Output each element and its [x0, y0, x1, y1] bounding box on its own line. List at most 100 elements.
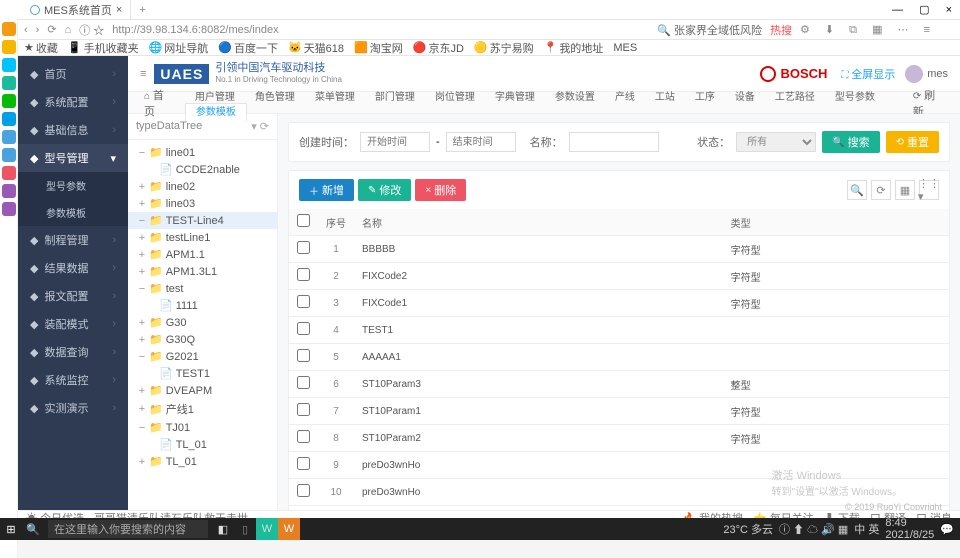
menu-toggle-icon[interactable]: ≡ [140, 68, 146, 80]
home-icon[interactable]: ⌂ [65, 24, 72, 36]
tree-node[interactable]: −📁G2021 [128, 348, 277, 365]
bookmark-item[interactable]: 🟡 苏宁易购 [474, 40, 534, 56]
page-tab[interactable]: 工艺路径 [765, 89, 825, 106]
activity-icon[interactable] [2, 202, 16, 216]
browser-tab[interactable]: MES系统首页 × [22, 0, 131, 20]
tree-node[interactable]: 📄CCDE2nable [128, 161, 277, 178]
activity-icon[interactable] [2, 130, 16, 144]
sidebar-item[interactable]: ◆报文配置› [18, 282, 128, 310]
tree-node[interactable]: +📁APM1.3L1 [128, 263, 277, 280]
tree-node[interactable]: +📁line02 [128, 178, 277, 195]
activity-icon[interactable] [2, 112, 16, 126]
pinned-app[interactable]: W [256, 518, 278, 540]
system-tray[interactable]: 23°C 多云 ⓘ ⬆ ☁ 🔊 ▦ 中 英 8:492021/8/25 💬 [717, 517, 960, 541]
fullscreen-button[interactable]: ⛶ 全屏显示 [841, 66, 895, 82]
col-name[interactable]: 名称 [354, 209, 723, 236]
tray-icons[interactable]: ⓘ ⬆ ☁ 🔊 ▦ [779, 521, 848, 537]
tree-node[interactable]: +📁line03 [128, 195, 277, 212]
sidebar-item[interactable]: ◆型号管理▾ [18, 144, 128, 172]
sidebar-item[interactable]: ◆数据查询› [18, 338, 128, 366]
clock[interactable]: 8:492021/8/25 [885, 517, 934, 541]
sidebar-item[interactable]: ◆系统配置› [18, 88, 128, 116]
sidebar-item[interactable]: ◆装配模式› [18, 310, 128, 338]
row-checkbox[interactable] [297, 295, 310, 308]
page-tab[interactable]: 设备 [725, 89, 765, 106]
col-type[interactable]: 类型 [723, 209, 949, 236]
tree-node[interactable]: 📄TEST1 [128, 365, 277, 382]
activity-icon[interactable] [2, 148, 16, 162]
activity-icon[interactable] [2, 76, 16, 90]
sidebar-item[interactable]: ◆首页› [18, 60, 128, 88]
pinned-app[interactable]: ▯ [234, 518, 256, 540]
tree-node[interactable]: +📁G30 [128, 314, 277, 331]
page-tab[interactable]: 角色管理 [245, 89, 305, 106]
page-tab[interactable]: 字典管理 [485, 89, 545, 106]
activity-icon[interactable] [2, 40, 16, 54]
page-tab[interactable]: 工序 [685, 89, 725, 106]
table-row[interactable]: 6ST10Param3整型 [289, 371, 949, 398]
search-button[interactable]: 🔍 搜索 [822, 131, 879, 153]
tree-node[interactable]: +📁TL_01 [128, 453, 277, 470]
bookmark-item[interactable]: 🟧 淘宝网 [354, 40, 403, 56]
sidebar-item[interactable]: ◆制程管理› [18, 226, 128, 254]
delete-button[interactable]: × 删除 [415, 179, 466, 201]
task-view-icon[interactable]: ◧ [212, 518, 234, 540]
search-icon[interactable]: 🔍 [22, 518, 44, 540]
table-row[interactable]: 9preDo3wnHo [289, 452, 949, 479]
page-tab[interactable]: 工站 [645, 89, 685, 106]
table-refresh-icon[interactable]: ⟳ [871, 180, 891, 200]
notifications-icon[interactable]: 💬 [940, 523, 954, 536]
table-view-icon[interactable]: ⋮⋮ ▾ [919, 180, 939, 200]
page-tab[interactable]: 产线 [605, 89, 645, 106]
start-button[interactable]: ⊞ [0, 518, 22, 540]
table-row[interactable]: 7ST10Param1字符型 [289, 398, 949, 425]
tree-node[interactable]: +📁产线1 [128, 399, 277, 419]
bookmark-item[interactable]: 📍 我的地址 [544, 40, 604, 56]
status-select[interactable]: 所有 [736, 132, 816, 152]
tree-node[interactable]: −📁test [128, 280, 277, 297]
tree[interactable]: −📁line01📄CCDE2nable+📁line02+📁line03−📁TES… [128, 140, 277, 518]
activity-icon[interactable] [2, 94, 16, 108]
start-time-input[interactable] [360, 132, 430, 152]
hot-badge[interactable]: 热搜 [770, 22, 792, 38]
nav-forward-icon[interactable]: › [36, 24, 40, 36]
select-all[interactable] [289, 209, 318, 236]
ext-icons[interactable]: ⚙ ⬇ ⧉ ▦ ⋯ ≡ [800, 23, 936, 37]
table-row[interactable]: 3FIXCode1字符型 [289, 290, 949, 317]
row-checkbox[interactable] [297, 484, 310, 497]
row-checkbox[interactable] [297, 241, 310, 254]
nav-back-icon[interactable]: ‹ [24, 24, 28, 36]
col-seq[interactable]: 序号 [318, 209, 354, 236]
table-row[interactable]: 5AAAAA1 [289, 344, 949, 371]
reload-icon[interactable]: ⟳ [47, 23, 56, 36]
tab-close-icon[interactable]: × [116, 4, 122, 16]
ime[interactable]: 中 英 [854, 521, 879, 537]
row-checkbox[interactable] [297, 268, 310, 281]
url-text[interactable]: http://39.98.134.6:8082/mes/index [112, 24, 278, 36]
row-checkbox[interactable] [297, 349, 310, 362]
activity-icon[interactable] [2, 22, 16, 36]
window-max-icon[interactable]: ▢ [911, 3, 937, 16]
tree-node[interactable]: −📁line01 [128, 144, 277, 161]
activity-icon[interactable] [2, 166, 16, 180]
sidebar-item[interactable]: ◆实测演示› [18, 394, 128, 422]
tree-node[interactable]: −📁TJ01 [128, 419, 277, 436]
pinned-app[interactable]: W [278, 518, 300, 540]
tree-node[interactable]: 📄1111 [128, 297, 277, 314]
bookmark-item[interactable]: MES [613, 42, 637, 54]
row-checkbox[interactable] [297, 457, 310, 470]
username[interactable]: mes [927, 68, 948, 80]
row-checkbox[interactable] [297, 376, 310, 389]
sidebar-item[interactable]: ◆系统监控› [18, 366, 128, 394]
table-row[interactable]: 1BBBBB字符型 [289, 236, 949, 263]
bookmark-item[interactable]: 🔴 京东JD [413, 40, 464, 56]
row-checkbox[interactable] [297, 403, 310, 416]
tree-node[interactable]: +📁DVEAPM [128, 382, 277, 399]
table-row[interactable]: 2FIXCode2字符型 [289, 263, 949, 290]
window-min-icon[interactable]: — [884, 4, 911, 16]
reset-button[interactable]: ⟲ 重置 [886, 131, 939, 153]
tree-menu-icon[interactable]: ▾ ⟳ [251, 120, 269, 133]
bookmark-item[interactable]: 🐱 天猫618 [288, 40, 344, 56]
sidebar-subitem[interactable]: 型号参数 [18, 172, 128, 199]
page-tab[interactable]: 菜单管理 [305, 89, 365, 106]
